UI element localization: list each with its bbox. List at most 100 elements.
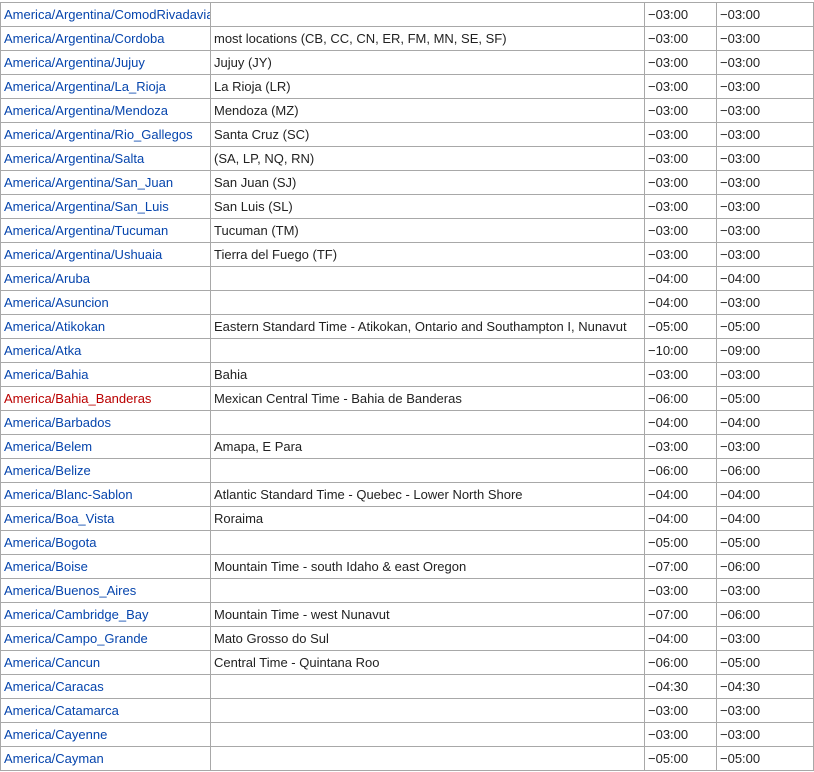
table-row: America/Bahia Bahia −03:00 −03:00 bbox=[0, 362, 814, 387]
tz-comment-cell: Bahia bbox=[210, 362, 645, 387]
table-row: America/Argentina/San_Juan San Juan (SJ) −… bbox=[0, 170, 814, 195]
utc-offset-cell: −07:00 bbox=[644, 554, 717, 579]
table-row: America/Aruba −04:00 −04:00 bbox=[0, 266, 814, 291]
dst-offset-cell: −03:00 bbox=[716, 74, 814, 99]
tz-name-cell: America/Blanc-Sablon bbox=[0, 482, 211, 507]
utc-offset-cell: −03:00 bbox=[644, 722, 717, 747]
tz-comment-cell: La Rioja (LR) bbox=[210, 74, 645, 99]
utc-offset-cell: −05:00 bbox=[644, 746, 717, 771]
table-row: America/Argentina/San_Luis San Luis (SL) −… bbox=[0, 194, 814, 219]
tz-name-cell: America/Buenos_Aires bbox=[0, 578, 211, 603]
tz-name-link[interactable]: America/Argentina/Tucuman bbox=[4, 223, 168, 238]
dst-offset-cell: −03:00 bbox=[716, 578, 814, 603]
tz-name-link[interactable]: America/Cayman bbox=[4, 751, 104, 766]
utc-offset-cell: −04:00 bbox=[644, 290, 717, 315]
tz-name-cell: America/Cancun bbox=[0, 650, 211, 675]
tz-comment-cell: Tucuman (TM) bbox=[210, 218, 645, 243]
table-row: America/Cambridge_Bay Mountain Time - wes… bbox=[0, 602, 814, 627]
table-row: America/Catamarca −03:00 −03:00 bbox=[0, 698, 814, 723]
tz-name-link[interactable]: America/Argentina/La_Rioja bbox=[4, 79, 166, 94]
tz-name-cell: America/Boise bbox=[0, 554, 211, 579]
tz-name-link[interactable]: America/Argentina/San_Luis bbox=[4, 199, 169, 214]
dst-offset-cell: −03:00 bbox=[716, 2, 814, 27]
table-row: America/Argentina/Mendoza Mendoza (MZ) −03… bbox=[0, 98, 814, 123]
tz-name-link[interactable]: America/Catamarca bbox=[4, 703, 119, 718]
tz-name-link[interactable]: America/Argentina/ComodRivadavia bbox=[4, 7, 210, 22]
dst-offset-cell: −03:00 bbox=[716, 698, 814, 723]
tz-name-link[interactable]: America/Cambridge_Bay bbox=[4, 607, 149, 622]
tz-name-link[interactable]: America/Argentina/Rio_Gallegos bbox=[4, 127, 193, 142]
tz-comment-cell bbox=[210, 458, 645, 483]
tz-name-cell: America/Argentina/ComodRivadavia bbox=[0, 2, 211, 27]
tz-name-link[interactable]: America/Asuncion bbox=[4, 295, 109, 310]
dst-offset-cell: −03:00 bbox=[716, 242, 814, 267]
tz-name-link[interactable]: America/Argentina/Mendoza bbox=[4, 103, 168, 118]
utc-offset-cell: −03:00 bbox=[644, 122, 717, 147]
table-row: America/Argentina/Cordoba most locations … bbox=[0, 26, 814, 51]
table-row: America/Argentina/Jujuy Jujuy (JY) −03:00−… bbox=[0, 50, 814, 75]
tz-name-link[interactable]: America/Cayenne bbox=[4, 727, 107, 742]
table-row: America/Campo_Grande Mato Grosso do Sul −0… bbox=[0, 626, 814, 651]
dst-offset-cell: −04:00 bbox=[716, 506, 814, 531]
tz-name-link[interactable]: America/Barbados bbox=[4, 415, 111, 430]
tz-name-cell: America/Atka bbox=[0, 338, 211, 363]
table-row: America/Atikokan Eastern Standard Time - … bbox=[0, 314, 814, 339]
tz-name-cell: America/Aruba bbox=[0, 266, 211, 291]
tz-name-link[interactable]: America/Belize bbox=[4, 463, 91, 478]
tz-name-cell: America/Argentina/Rio_Gallegos bbox=[0, 122, 211, 147]
utc-offset-cell: −03:00 bbox=[644, 434, 717, 459]
tz-name-link[interactable]: America/Atikokan bbox=[4, 319, 105, 334]
tz-name-link[interactable]: America/Argentina/Jujuy bbox=[4, 55, 145, 70]
tz-name-link[interactable]: America/Bahia bbox=[4, 367, 89, 382]
tz-name-link[interactable]: America/Cancun bbox=[4, 655, 100, 670]
utc-offset-cell: −04:00 bbox=[644, 506, 717, 531]
utc-offset-cell: −04:00 bbox=[644, 410, 717, 435]
tz-name-cell: America/Belem bbox=[0, 434, 211, 459]
utc-offset-cell: −04:00 bbox=[644, 482, 717, 507]
tz-name-cell: America/Cayenne bbox=[0, 722, 211, 747]
table-row: America/Bahia_Banderas Mexican Central Ti… bbox=[0, 386, 814, 411]
table-row: America/Argentina/Tucuman Tucuman (TM) −03… bbox=[0, 218, 814, 243]
dst-offset-cell: −05:00 bbox=[716, 746, 814, 771]
tz-name-cell: America/Bahia_Banderas bbox=[0, 386, 211, 411]
tz-name-link[interactable]: America/Boa_Vista bbox=[4, 511, 114, 526]
tz-name-cell: America/Atikokan bbox=[0, 314, 211, 339]
dst-offset-cell: −04:00 bbox=[716, 410, 814, 435]
tz-comment-cell bbox=[210, 338, 645, 363]
tz-comment-cell bbox=[210, 2, 645, 27]
tz-name-link[interactable]: America/Blanc-Sablon bbox=[4, 487, 133, 502]
tz-name-link[interactable]: America/Argentina/Ushuaia bbox=[4, 247, 162, 262]
dst-offset-cell: −04:00 bbox=[716, 266, 814, 291]
tz-name-link[interactable]: America/Buenos_Aires bbox=[4, 583, 136, 598]
tz-comment-cell bbox=[210, 746, 645, 771]
tz-comment-cell: Santa Cruz (SC) bbox=[210, 122, 645, 147]
dst-offset-cell: −03:00 bbox=[716, 122, 814, 147]
tz-name-link[interactable]: America/Boise bbox=[4, 559, 88, 574]
tz-name-cell: America/Bogota bbox=[0, 530, 211, 555]
tz-name-link[interactable]: America/Campo_Grande bbox=[4, 631, 148, 646]
tz-name-cell: America/Argentina/Mendoza bbox=[0, 98, 211, 123]
tz-name-link[interactable]: America/Aruba bbox=[4, 271, 90, 286]
tz-name-link[interactable]: America/Caracas bbox=[4, 679, 104, 694]
dst-offset-cell: −03:00 bbox=[716, 170, 814, 195]
utc-offset-cell: −03:00 bbox=[644, 242, 717, 267]
utc-offset-cell: −03:00 bbox=[644, 578, 717, 603]
tz-name-link[interactable]: America/Bahia_Banderas bbox=[4, 391, 151, 406]
tz-name-link[interactable]: America/Belem bbox=[4, 439, 92, 454]
table-row: America/Buenos_Aires −03:00 −03:00 bbox=[0, 578, 814, 603]
tz-name-link[interactable]: America/Argentina/Salta bbox=[4, 151, 144, 166]
utc-offset-cell: −06:00 bbox=[644, 650, 717, 675]
utc-offset-cell: −04:00 bbox=[644, 266, 717, 291]
dst-offset-cell: −05:00 bbox=[716, 386, 814, 411]
dst-offset-cell: −05:00 bbox=[716, 530, 814, 555]
dst-offset-cell: −03:00 bbox=[716, 98, 814, 123]
tz-name-link[interactable]: America/Argentina/Cordoba bbox=[4, 31, 164, 46]
table-row: America/Argentina/Rio_Gallegos Santa Cruz… bbox=[0, 122, 814, 147]
tz-name-link[interactable]: America/Atka bbox=[4, 343, 81, 358]
tz-name-link[interactable]: America/Argentina/San_Juan bbox=[4, 175, 173, 190]
tz-name-link[interactable]: America/Bogota bbox=[4, 535, 97, 550]
utc-offset-cell: −10:00 bbox=[644, 338, 717, 363]
tz-comment-cell bbox=[210, 722, 645, 747]
dst-offset-cell: −05:00 bbox=[716, 314, 814, 339]
tz-comment-cell: Mato Grosso do Sul bbox=[210, 626, 645, 651]
